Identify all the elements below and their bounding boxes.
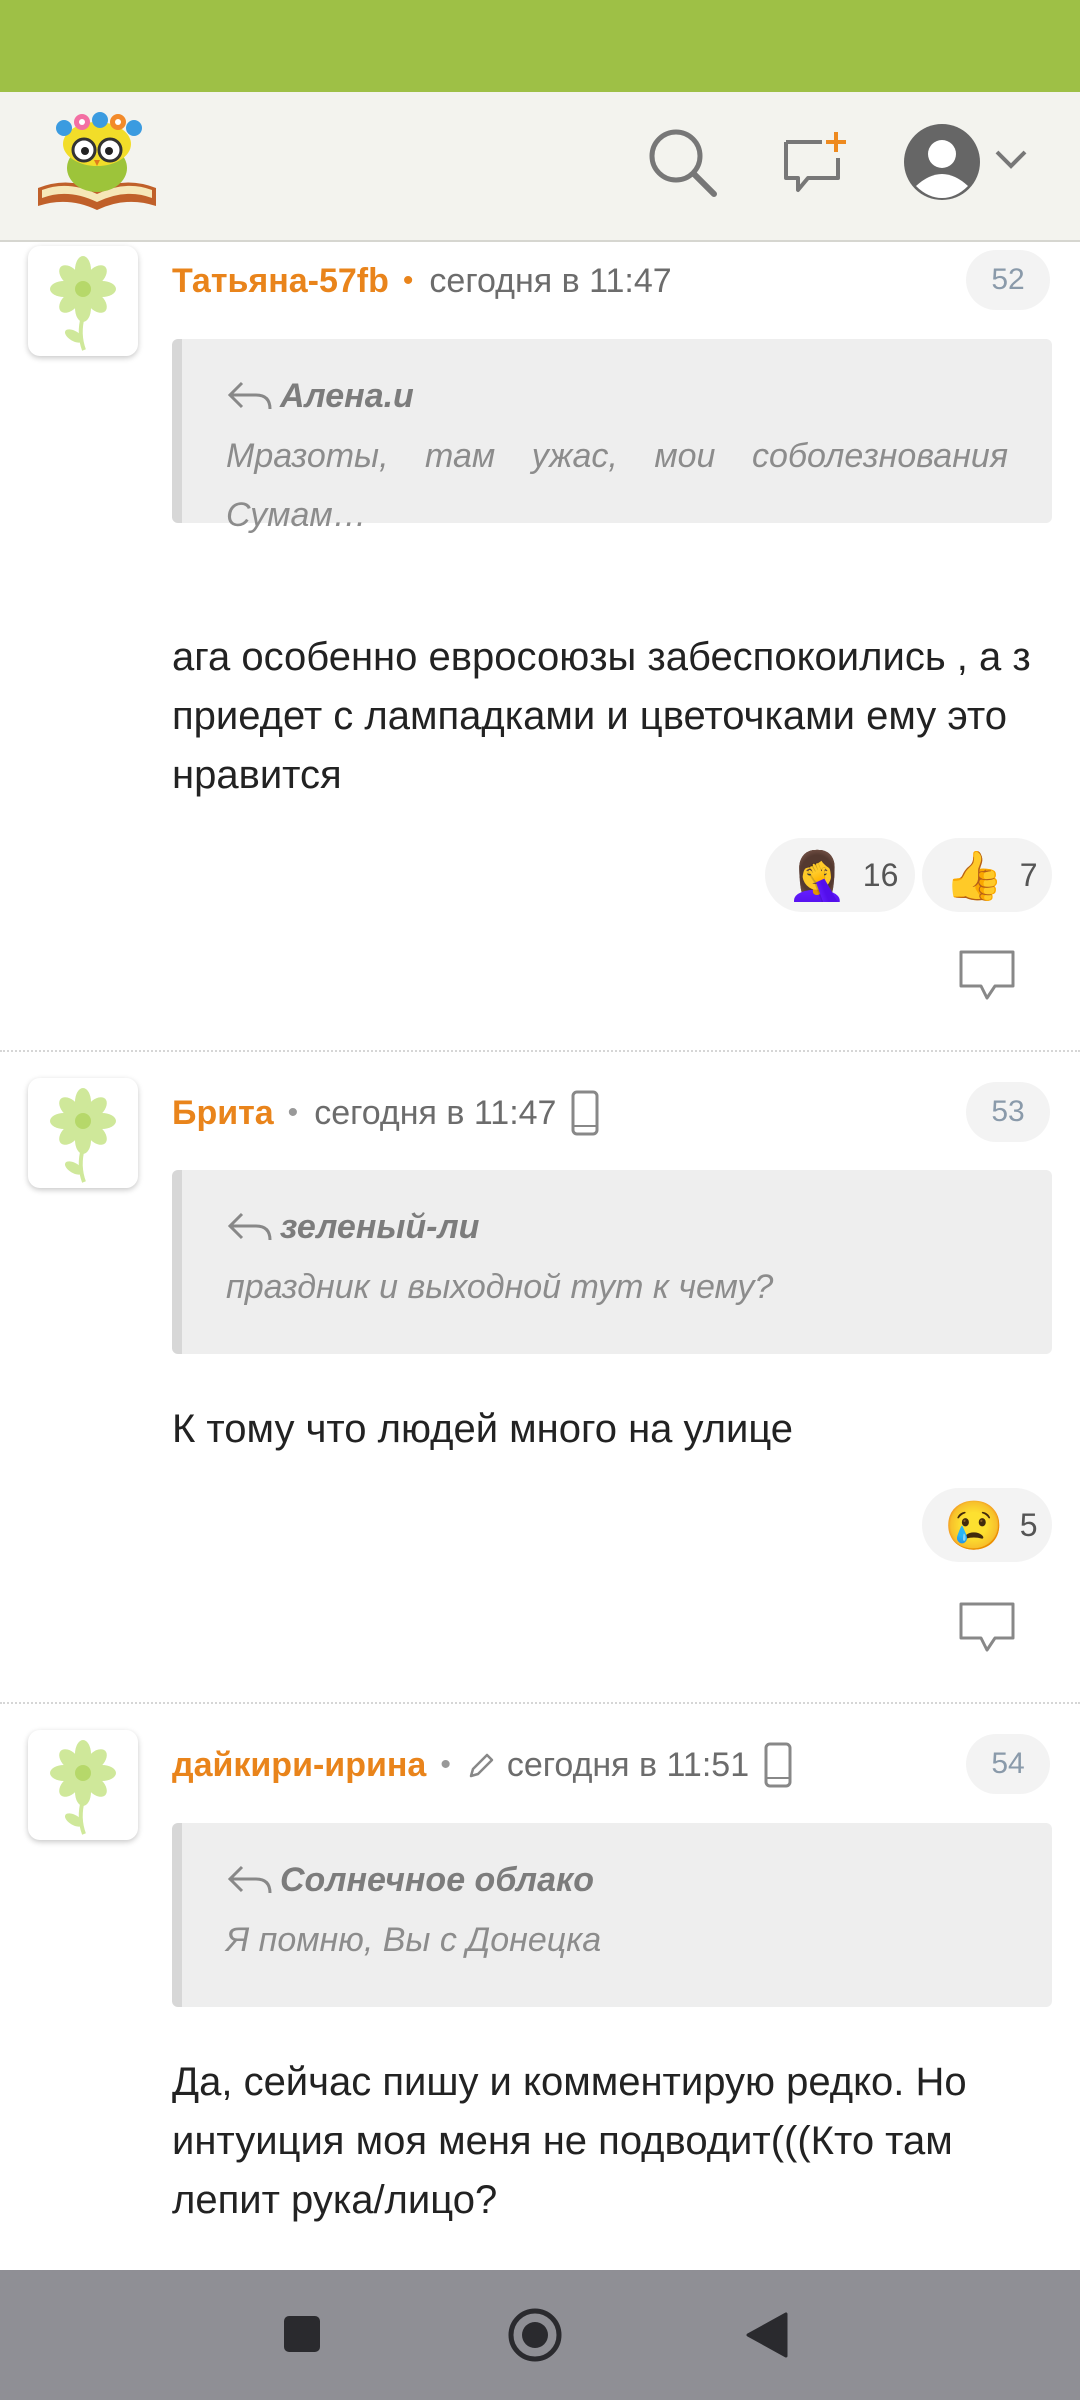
reaction-thumbs-up[interactable]: 👍 7	[922, 838, 1052, 912]
edited-pencil-icon	[469, 1753, 494, 1778]
comment-text: Да, сейчас пишу и комментирую редко. Но …	[172, 2060, 967, 2222]
quote-block: зеленый-ли праздник и выходной тут к чем…	[172, 1170, 1052, 1354]
quote-block: Солнечное облако Я помню, Вы с Донецка	[172, 1823, 1052, 2007]
reaction-crying[interactable]: 😢 5	[922, 1488, 1052, 1562]
comment-time: сегодня в 11:51	[506, 1745, 750, 1784]
comment-text: ага особенно евросоюзы забеспокоились , …	[172, 635, 1031, 797]
reply-arrow-icon	[227, 1865, 272, 1894]
reply-comment-icon[interactable]	[955, 946, 1019, 1006]
back-icon[interactable]	[744, 2310, 790, 2360]
quote-text: Мразоты, там ужас, мои соболезнования Су…	[226, 437, 1008, 534]
crying-face-emoji-icon: 😢	[944, 1499, 1004, 1553]
quote-text: Я помню, Вы с Донецка	[226, 1921, 602, 1959]
avatar[interactable]	[28, 1730, 138, 1840]
comment-time: сегодня в 11:47	[429, 261, 672, 300]
comment-number[interactable]: 52	[966, 250, 1050, 310]
comment-meta: Брита • сегодня в 11:47	[172, 1090, 600, 1136]
quote-block: Алена.и Мразоты, там ужас, мои соболезно…	[172, 339, 1052, 534]
quote-author[interactable]: зеленый-ли	[280, 1208, 479, 1247]
quote-author-row: Алена.и	[226, 373, 1008, 419]
separator-dot: •	[440, 1748, 451, 1781]
new-message-icon[interactable]	[780, 128, 852, 196]
home-icon[interactable]	[506, 2306, 564, 2364]
reaction-facepalm[interactable]: 🤦‍♀️ 16	[765, 838, 915, 912]
reply-comment-icon[interactable]	[955, 1598, 1019, 1658]
reply-arrow-icon	[227, 381, 272, 410]
separator-dot: •	[402, 264, 414, 297]
site-logo[interactable]	[34, 110, 160, 212]
comment-author[interactable]: Татьяна-57fb	[172, 262, 389, 301]
comment-author[interactable]: Брита	[172, 1094, 274, 1133]
thumbs-up-emoji-icon: 👍	[944, 849, 1004, 903]
avatar[interactable]	[28, 246, 138, 356]
avatar[interactable]	[28, 1078, 138, 1188]
quote-text: праздник и выходной тут к чему?	[226, 1268, 774, 1306]
facepalm-emoji-icon: 🤦‍♀️	[787, 849, 847, 903]
comment-text: К тому что людей много на улице	[172, 1407, 794, 1451]
quote-author[interactable]: Солнечное облако	[280, 1861, 594, 1900]
comment-time: сегодня в 11:47	[314, 1093, 557, 1132]
mobile-device-icon	[571, 1090, 599, 1136]
reaction-count: 5	[1019, 1506, 1038, 1543]
reaction-count: 16	[862, 856, 899, 893]
comment-divider	[0, 1050, 1080, 1052]
chevron-down-icon[interactable]	[994, 148, 1028, 172]
comment-author[interactable]: дайкири-ирина	[172, 1746, 426, 1785]
quote-author-row: зеленый-ли	[226, 1204, 1008, 1250]
comment-number[interactable]: 54	[966, 1734, 1050, 1794]
system-navigation-bar	[0, 2270, 1080, 2400]
comments-feed: Татьяна-57fb • сегодня в 11:47 52 Алена.…	[0, 242, 1080, 2270]
reply-arrow-icon	[227, 1212, 272, 1241]
comment-meta: Татьяна-57fb • сегодня в 11:47	[172, 258, 672, 304]
search-icon[interactable]	[646, 126, 718, 198]
reaction-count: 7	[1019, 856, 1038, 893]
separator-dot: •	[287, 1096, 299, 1129]
quote-author-row: Солнечное облако	[226, 1857, 1008, 1903]
mobile-device-icon	[764, 1742, 792, 1788]
status-bar	[0, 0, 1080, 92]
quote-author[interactable]: Алена.и	[280, 377, 414, 416]
recent-apps-icon[interactable]	[282, 2314, 322, 2354]
comment-divider	[0, 1702, 1080, 1704]
user-avatar-icon[interactable]	[902, 122, 982, 202]
comment-number[interactable]: 53	[966, 1082, 1050, 1142]
comment-meta: дайкири-ирина • сегодня в 11:51	[172, 1742, 793, 1788]
